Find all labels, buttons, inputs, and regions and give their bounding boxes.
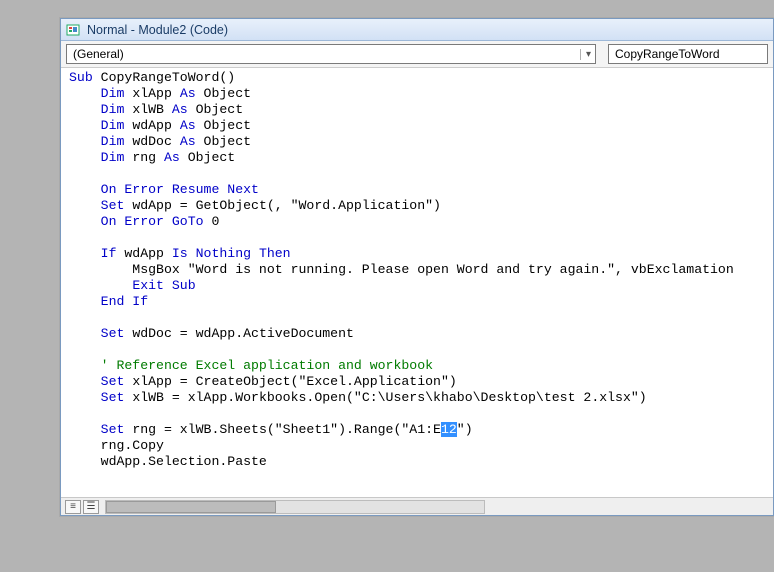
procedure-dropdown[interactable]: CopyRangeToWord — [608, 44, 768, 64]
code-pane[interactable]: Sub CopyRangeToWord() Dim xlApp As Objec… — [61, 68, 773, 497]
scrollbar-thumb[interactable] — [106, 501, 276, 513]
full-module-view-button[interactable]: ☰ — [83, 500, 99, 514]
object-dropdown[interactable]: (General) ▾ — [66, 44, 596, 64]
dropdown-bar: (General) ▾ CopyRangeToWord — [61, 41, 773, 68]
bottom-strip: ≡ ☰ — [61, 497, 773, 515]
module-icon — [65, 22, 81, 38]
window-titlebar[interactable]: Normal - Module2 (Code) — [61, 19, 773, 41]
window-title: Normal - Module2 (Code) — [87, 23, 228, 37]
horizontal-scrollbar[interactable] — [105, 500, 485, 514]
procedure-dropdown-value: CopyRangeToWord — [615, 47, 720, 61]
code-container: Sub CopyRangeToWord() Dim xlApp As Objec… — [61, 68, 773, 497]
object-dropdown-value: (General) — [73, 47, 124, 61]
chevron-down-icon: ▾ — [580, 49, 591, 60]
text-selection: 12 — [441, 422, 457, 437]
vba-code-window: Normal - Module2 (Code) (General) ▾ Copy… — [60, 18, 774, 516]
procedure-view-button[interactable]: ≡ — [65, 500, 81, 514]
